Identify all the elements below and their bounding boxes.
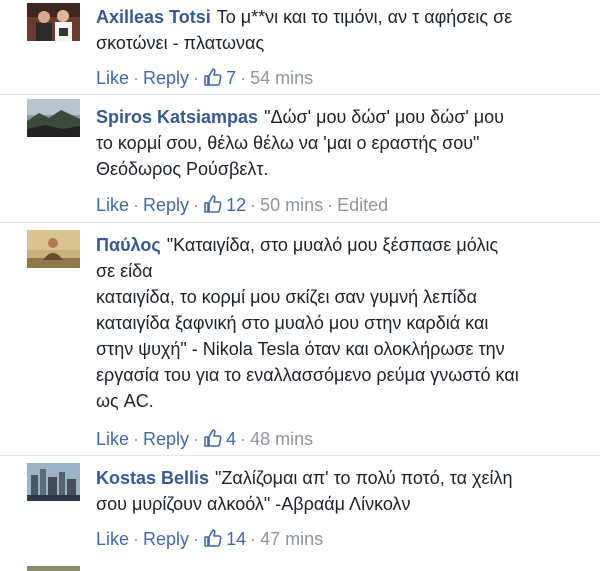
like-link[interactable]: Like [96,429,129,449]
reply-link[interactable]: Reply [143,68,189,88]
comment-body: Spiros Katsiampas "Δώσ' μου δώσ' μου δώσ'… [96,104,588,182]
separator: · [193,429,200,449]
separator: · [250,529,257,549]
avatar[interactable] [27,230,80,268]
comment-actions: Like · Reply · 7 · 54 mins [96,66,313,90]
separator: · [327,195,334,215]
comment-author[interactable]: Kostas Bellis [96,468,209,488]
like-link[interactable]: Like [96,68,129,88]
separator: · [240,429,247,449]
like-count-value: 12 [226,195,247,215]
separator: · [133,529,140,549]
reply-link[interactable]: Reply [143,429,189,449]
separator: · [133,429,140,449]
like-count[interactable]: 7 [203,68,236,88]
thumbs-up-icon [203,428,223,454]
comment-author[interactable]: Παύλος [96,235,161,255]
separator: · [193,195,200,215]
avatar[interactable] [27,3,80,41]
like-link[interactable]: Like [96,529,129,549]
avatar[interactable] [27,463,80,501]
like-link[interactable]: Like [96,195,129,215]
comment-actions: Like · Reply · 12 · 50 mins · Edited [96,193,388,217]
comment-timestamp[interactable]: 50 mins [260,195,323,215]
thumbs-up-icon [203,194,223,220]
comment-body: Παύλος "Καταιγίδα, στο μυαλό μου ξέσπασε … [96,232,588,414]
avatar[interactable] [27,99,80,137]
next-avatar-edge [27,566,80,571]
comment-timestamp[interactable]: 47 mins [260,529,323,549]
thumbs-up-icon [203,67,223,93]
comment-author[interactable]: Spiros Katsiampas [96,107,258,127]
reply-link[interactable]: Reply [143,529,189,549]
separator: · [250,195,257,215]
separator: · [133,195,140,215]
comment-feed: Axilleas Totsi Το μ**νι και το τιμόνι, αν… [0,0,600,571]
separator: · [240,68,247,88]
like-count[interactable]: 14 [203,529,246,549]
reply-link[interactable]: Reply [143,195,189,215]
edited-label[interactable]: Edited [337,195,388,215]
like-count[interactable]: 4 [203,429,236,449]
divider [0,222,600,223]
like-count-value: 14 [226,529,247,549]
comment-body: Axilleas Totsi Το μ**νι και το τιμόνι, αν… [96,4,588,56]
divider [0,94,600,95]
comment-author[interactable]: Axilleas Totsi [96,7,211,27]
separator: · [193,68,200,88]
comment-body: Kostas Bellis "Ζαλίζομαι απ' το πολύ ποτό… [96,465,588,517]
like-count-value: 4 [226,429,237,449]
comment-timestamp[interactable]: 48 mins [250,429,313,449]
comment-actions: Like · Reply · 4 · 48 mins [96,427,313,451]
like-count[interactable]: 12 [203,195,246,215]
separator: · [133,68,140,88]
comment-text: "Καταιγίδα, στο μυαλό μου ξέσπασε μόλις … [96,235,519,411]
comment-timestamp[interactable]: 54 mins [250,68,313,88]
thumbs-up-icon [203,528,223,554]
separator: · [193,529,200,549]
divider [0,455,600,456]
comment-actions: Like · Reply · 14 · 47 mins [96,527,323,551]
like-count-value: 7 [226,68,237,88]
